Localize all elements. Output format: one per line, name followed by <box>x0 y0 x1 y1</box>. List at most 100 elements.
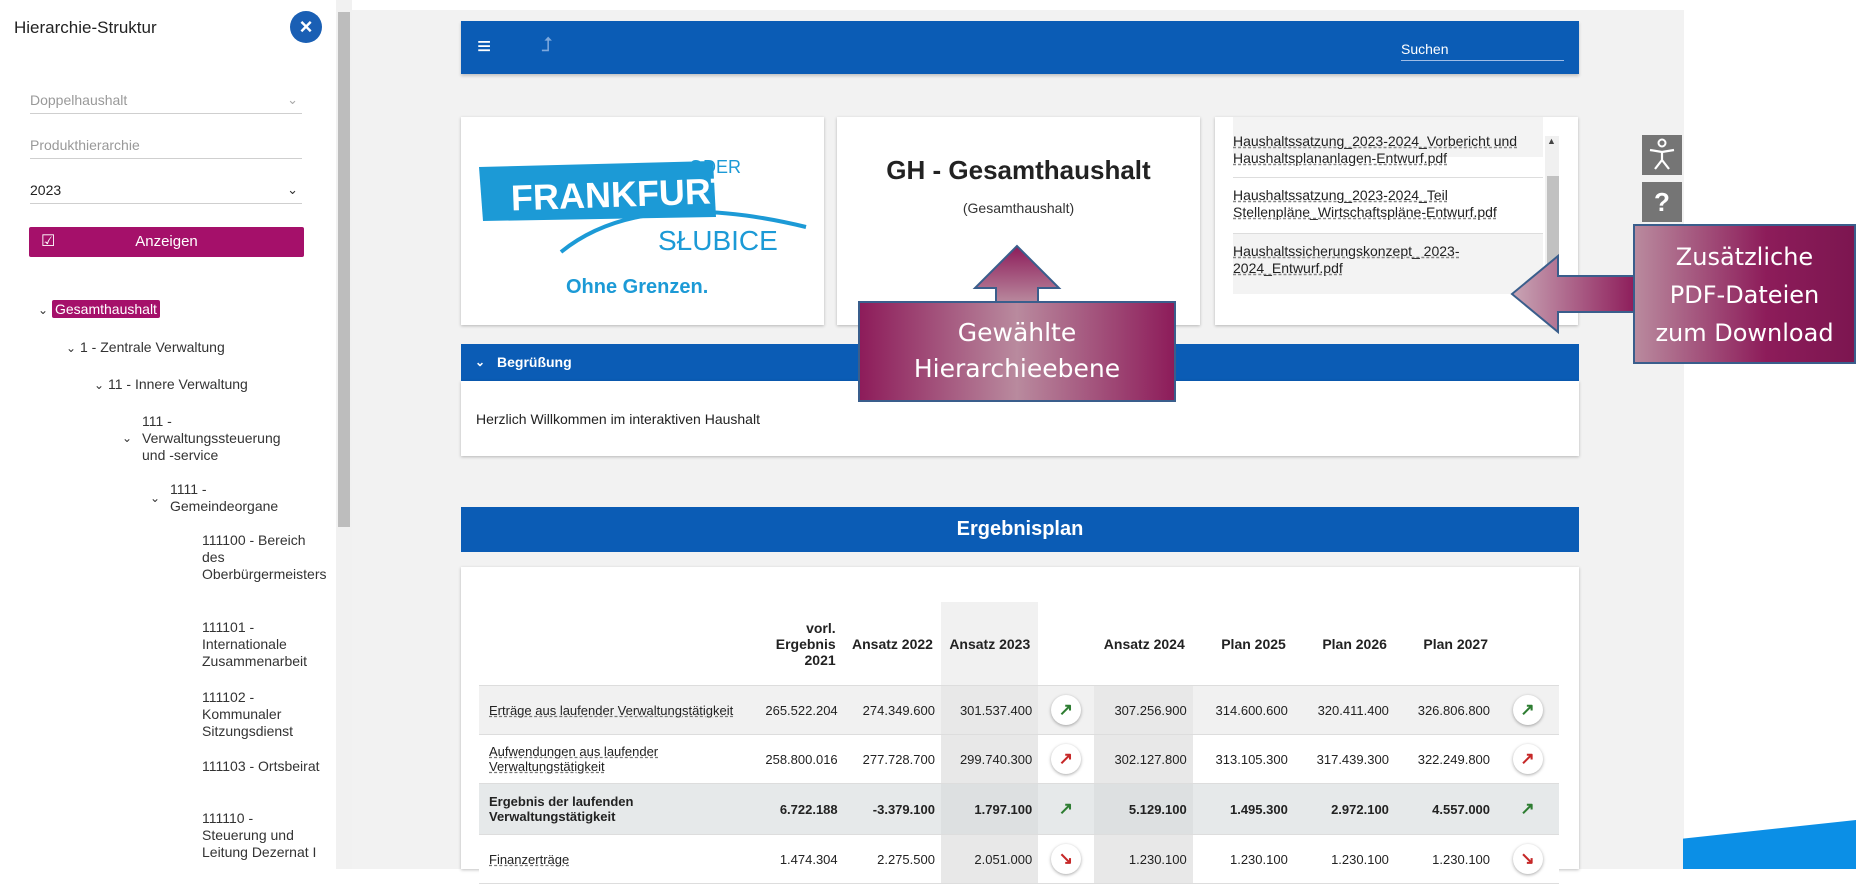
row-label-text: Finanzerträge <box>489 851 570 867</box>
tree-node-111102[interactable]: 111102 - Kommunaler Sitzungsdienst <box>202 689 320 740</box>
close-icon: × <box>299 14 313 39</box>
callout-line: Zusätzliche <box>1675 243 1814 271</box>
table-cell: 6.722.188 <box>750 783 844 835</box>
pdf-link[interactable]: Haushaltssatzung_2023-2024_Vorbericht un… <box>1233 117 1543 167</box>
close-sidebar-button[interactable]: × <box>290 11 322 43</box>
table-cell: 313.105.300 <box>1192 734 1294 784</box>
table-cell: 1.230.100 <box>1093 834 1193 884</box>
chevron-down-icon: ⌄ <box>38 303 49 317</box>
trend-arrow-icon[interactable]: ↗ <box>1050 744 1081 774</box>
table-cell: 299.740.300 <box>940 734 1039 784</box>
chevron-down-icon: ⌄ <box>122 431 133 445</box>
callout-line: zum Download <box>1655 319 1834 347</box>
ergebnisplan-card: vorl. Ergebnis 2021 Ansatz 2022 Ansatz 2… <box>461 567 1579 884</box>
trend-arrow-icon[interactable]: ↗ <box>1050 695 1081 725</box>
row-label-text: Erträge aus laufender Verwaltungstätigke… <box>489 702 734 718</box>
tree-node-label: 111103 - Ortsbeirat <box>202 758 320 774</box>
chevron-down-icon: ⌄ <box>150 491 161 505</box>
tree-node-111103[interactable]: 111103 - Ortsbeirat <box>202 758 320 775</box>
tree-node-111101[interactable]: 111101 - Internationale Zusammenarbeit <box>202 619 320 670</box>
table-cell: 1.474.304 <box>750 834 844 884</box>
table-row: Ergebnis der laufenden Verwaltungstätigk… <box>479 783 1559 835</box>
scroll-up-icon[interactable]: ▲ <box>1547 136 1556 146</box>
table-header-row: vorl. Ergebnis 2021 Ansatz 2022 Ansatz 2… <box>479 602 1559 686</box>
tree-node-label: Gesamthaushalt <box>52 300 160 318</box>
trend-arrow-icon[interactable]: ↗ <box>1512 744 1543 774</box>
budget-type-select[interactable]: Doppelhaushalt ⌄ <box>30 87 302 114</box>
ergebnisplan-table: vorl. Ergebnis 2021 Ansatz 2022 Ansatz 2… <box>479 602 1559 884</box>
table-cell: 258.800.016 <box>750 734 844 784</box>
hierarchy-subtitle: (Gesamthaushalt) <box>962 200 1075 216</box>
row-label[interactable]: Erträge aus laufender Verwaltungstätigke… <box>479 685 751 735</box>
tree-node-gesamthaushalt[interactable]: ⌄ Gesamthaushalt <box>38 300 160 319</box>
show-button[interactable]: ☑ Anzeigen <box>29 227 304 257</box>
year-select[interactable]: 2023 ⌄ <box>30 177 302 204</box>
table-cell: 5.129.100 <box>1093 783 1193 835</box>
table-cell: 317.439.300 <box>1293 734 1395 784</box>
column-header: Plan 2026 <box>1293 602 1395 686</box>
trend-arrow-icon[interactable]: ↗ <box>1512 695 1543 725</box>
tree-node-111110[interactable]: 111110 - Steuerung und Leitung Dezernat … <box>202 810 320 861</box>
hierarchy-type-value: Produkthierarchie <box>30 137 140 153</box>
svg-text:Ohne Grenzen.: Ohne Grenzen. <box>566 276 708 298</box>
table-cell: 1.230.100 <box>1293 834 1395 884</box>
tree-node-label: 1 - Zentrale Verwaltung <box>80 339 225 355</box>
table-cell: 265.522.204 <box>750 685 844 735</box>
search-input[interactable]: Suchen <box>1401 38 1564 61</box>
sidebar-scrollbar-thumb[interactable] <box>338 12 350 527</box>
callout-pdf-downloads: Zusätzliche PDF-Dateien zum Download <box>1633 224 1856 364</box>
trend-arrow-icon: ↗ <box>1520 799 1535 818</box>
table-cell: 1.797.100 <box>940 783 1039 835</box>
table-cell: 1.495.300 <box>1192 783 1294 835</box>
trend-arrow-icon[interactable]: ↘ <box>1050 844 1081 874</box>
row-label[interactable]: Finanzerträge <box>479 834 751 884</box>
chevron-down-icon: ⌄ <box>287 92 298 107</box>
tree-node-innere-verwaltung[interactable]: ⌄ 11 - Innere Verwaltung <box>94 376 248 394</box>
frankfurt-slubice-logo: ODER FRANKFURT SŁUBICE Ohne Grenzen. <box>479 157 807 298</box>
table-row: Aufwendungen aus laufender Verwaltungstä… <box>479 734 1559 784</box>
table-cell: 326.806.800 <box>1394 685 1497 735</box>
table-cell: 2.275.500 <box>843 834 941 884</box>
trend-arrow-icon: ↗ <box>1058 799 1074 818</box>
trend-arrow-icon[interactable]: ↘ <box>1512 844 1543 874</box>
greeting-header-label: Begrüßung <box>497 354 572 370</box>
column-header: Ansatz 2024 <box>1093 602 1193 686</box>
tree-node-1111[interactable]: ⌄ 1111 - Gemeindeorgane <box>150 481 290 515</box>
pdf-link[interactable]: Haushaltssatzung_2023-2024_Teil Stellenp… <box>1233 187 1543 221</box>
tree-node-label: 1111 - Gemeindeorgane <box>170 481 279 514</box>
table-cell: -3.379.100 <box>843 783 941 835</box>
tree-node-label: 111101 - Internationale Zusammenarbeit <box>202 619 308 669</box>
tree-node-111100[interactable]: 111100 - Bereich des Oberbürgermeisters <box>202 532 327 583</box>
hierarchy-title: GH - Gesamthaushalt <box>886 155 1151 185</box>
table-cell: 302.127.800 <box>1093 734 1193 784</box>
column-header: Ansatz 2023 <box>940 602 1039 686</box>
help-icon[interactable]: ? <box>1642 182 1682 222</box>
tree-node-label: 111110 - Steuerung und Leitung Dezernat … <box>202 810 317 860</box>
sidebar-title: Hierarchie-Struktur <box>14 18 157 37</box>
ergebnisplan-header: Ergebnisplan <box>461 507 1579 552</box>
row-label[interactable]: Aufwendungen aus laufender Verwaltungstä… <box>479 734 751 784</box>
table-cell: 277.728.700 <box>843 734 941 784</box>
tree-node-111[interactable]: ⌄ 111 - Verwaltungssteuerung und -servic… <box>122 413 292 464</box>
table-cell: 314.600.600 <box>1192 685 1294 735</box>
pdf-scrollbar-thumb[interactable] <box>1547 176 1559 274</box>
greeting-text: Herzlich Willkommen im interaktiven Haus… <box>476 411 760 427</box>
level-up-icon[interactable]: ⮥ <box>541 34 553 57</box>
tree-node-label: 111 - Verwaltungssteuerung und -service <box>142 413 281 463</box>
tree-node-zentrale-verwaltung[interactable]: ⌄ 1 - Zentrale Verwaltung <box>66 339 225 357</box>
table-header-label <box>479 602 751 686</box>
accessibility-icon[interactable] <box>1642 135 1682 175</box>
pdf-link[interactable]: Haushaltssicherungskonzept_ 2023-2024_En… <box>1233 243 1543 277</box>
column-header: Plan 2027 <box>1394 602 1497 686</box>
tree-node-label: 111102 - Kommunaler Sitzungsdienst <box>202 689 294 739</box>
hierarchy-type-select[interactable]: Produkthierarchie <box>30 132 302 159</box>
menu-icon[interactable]: ≡ <box>477 33 491 61</box>
table-cell: 2.972.100 <box>1293 783 1395 835</box>
table-cell: 1.230.100 <box>1192 834 1294 884</box>
decorative-corner-shape <box>1683 820 1856 869</box>
table-cell: 4.557.000 <box>1394 783 1497 835</box>
callout-line: Hierarchieebene <box>913 354 1121 383</box>
chevron-down-icon: ⌄ <box>475 355 486 369</box>
year-value: 2023 <box>30 182 62 198</box>
checkbox-icon: ☑ <box>41 233 56 250</box>
